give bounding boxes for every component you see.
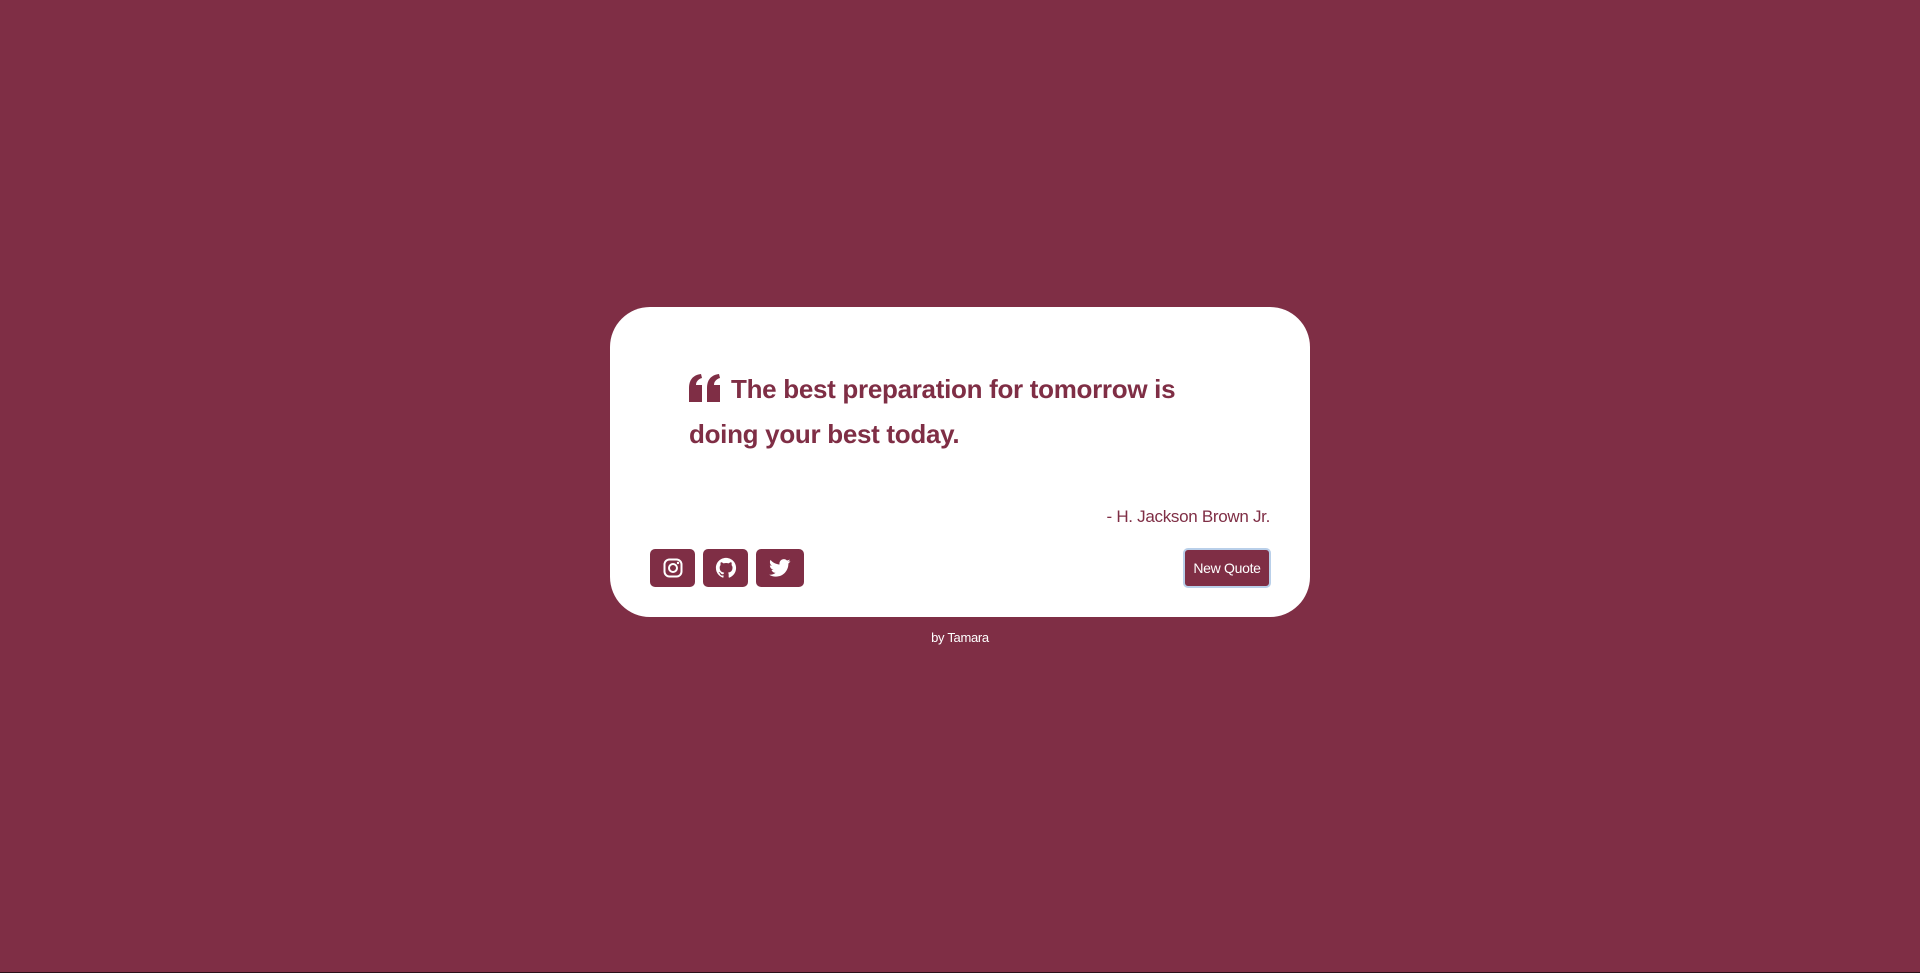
github-icon [715, 557, 737, 579]
twitter-button[interactable] [756, 549, 804, 587]
new-quote-button[interactable]: New Quote [1183, 548, 1271, 588]
quote-block: The best preparation for tomorrow is doi… [689, 367, 1209, 457]
quote-author: - H. Jackson Brown Jr. [1106, 507, 1271, 526]
instagram-icon [663, 558, 683, 578]
social-links [650, 549, 804, 587]
quote-left-icon [689, 374, 721, 402]
footer-credit: by Tamara [931, 630, 989, 645]
quote-card: The best preparation for tomorrow is doi… [610, 307, 1310, 617]
github-button[interactable] [703, 549, 748, 587]
quote-text: The best preparation for tomorrow is doi… [689, 374, 1176, 449]
instagram-button[interactable] [650, 549, 695, 587]
twitter-icon [769, 559, 791, 577]
